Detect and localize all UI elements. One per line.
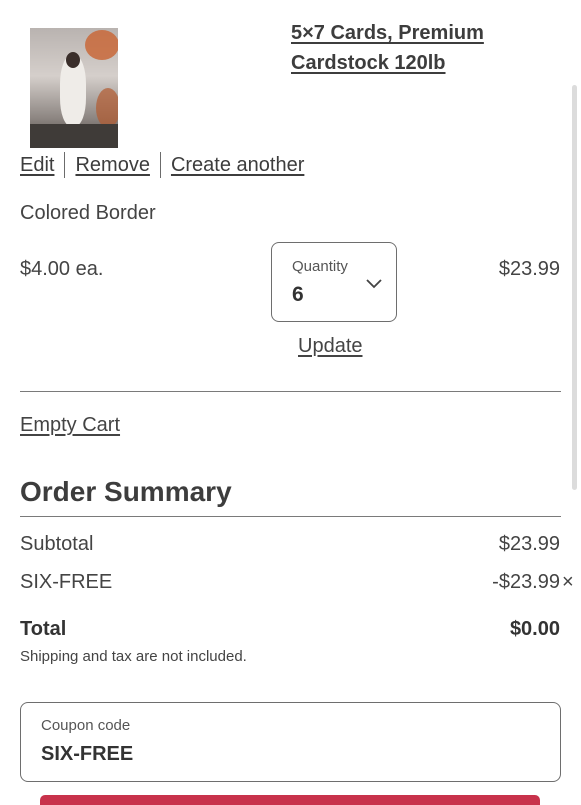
divider bbox=[20, 391, 561, 392]
discount-value: -$23.99 bbox=[492, 571, 560, 593]
coupon-value: SIX-FREE bbox=[41, 743, 134, 765]
chevron-down-icon bbox=[366, 279, 382, 289]
quantity-label: Quantity bbox=[292, 258, 348, 275]
scrollbar[interactable] bbox=[572, 85, 577, 490]
checkout-button[interactable] bbox=[40, 795, 540, 805]
close-icon[interactable]: × bbox=[562, 571, 574, 594]
total-label: Total bbox=[20, 618, 67, 640]
order-summary-heading: Order Summary bbox=[20, 476, 232, 507]
variant-label: Colored Border bbox=[20, 202, 156, 224]
coupon-label: Coupon code bbox=[41, 717, 131, 734]
divider bbox=[20, 516, 561, 517]
subtotal-label: Subtotal bbox=[20, 533, 94, 555]
edit-link[interactable]: Edit bbox=[20, 154, 54, 177]
update-button[interactable]: Update bbox=[298, 335, 363, 358]
divider bbox=[159, 152, 161, 178]
coupon-code-field[interactable]: Coupon code SIX-FREE bbox=[20, 702, 561, 782]
quantity-select[interactable]: Quantity 6 bbox=[271, 242, 397, 322]
quantity-value: 6 bbox=[292, 283, 304, 306]
total-value: $0.00 bbox=[509, 618, 560, 640]
discount-label: SIX-FREE bbox=[20, 571, 113, 593]
divider bbox=[64, 152, 66, 178]
create-another-link[interactable]: Create another bbox=[171, 154, 304, 177]
subtotal-value: $23.99 bbox=[498, 533, 560, 555]
product-thumbnail bbox=[30, 28, 118, 148]
line-total: $23.99 bbox=[498, 258, 560, 280]
shipping-note: Shipping and tax are not included. bbox=[20, 648, 247, 665]
unit-price: $4.00 ea. bbox=[20, 258, 104, 280]
empty-cart-link[interactable]: Empty Cart bbox=[20, 414, 120, 437]
product-title[interactable]: 5×7 Cards, Premium Cardstock 120lb bbox=[291, 18, 561, 78]
remove-link[interactable]: Remove bbox=[75, 154, 149, 177]
item-actions: Edit Remove Create another bbox=[20, 152, 304, 178]
